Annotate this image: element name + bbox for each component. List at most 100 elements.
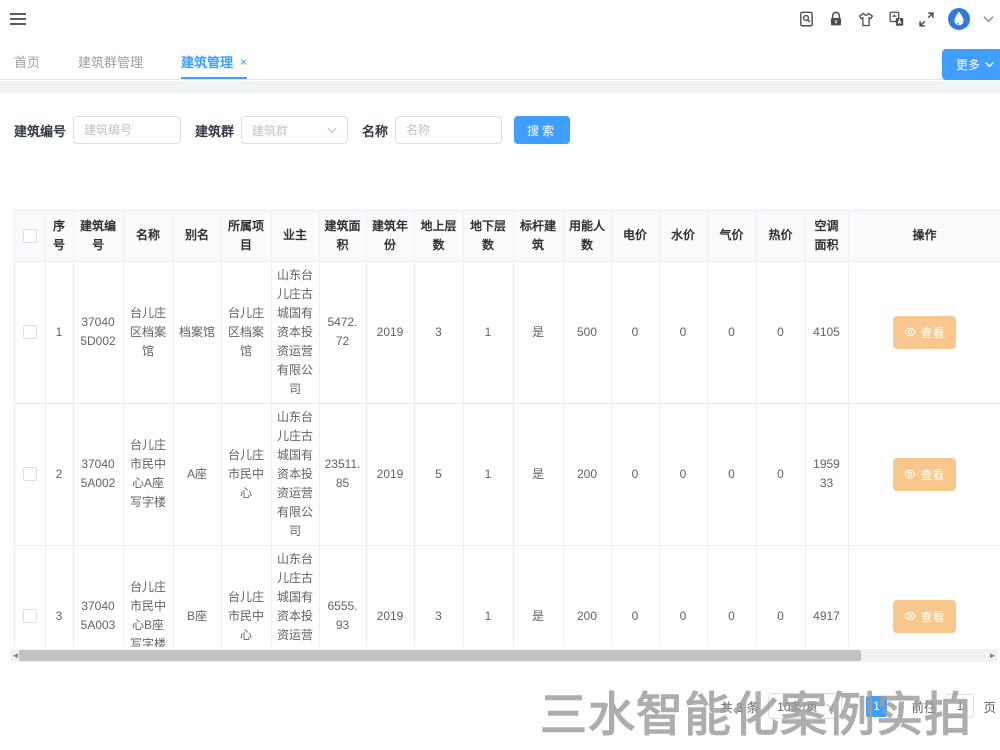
building-code-label: 建筑编号 [14,121,66,140]
select-all-header [15,211,45,261]
cell-name: 台儿庄区档案馆 [123,261,173,403]
cell-water_price: 0 [659,403,707,545]
building-group-select[interactable]: 建筑群 [241,116,348,144]
topbar-actions [798,8,994,30]
cell-code: 370405A002 [73,403,123,545]
language-icon[interactable] [888,10,905,28]
tab-bar: 首页 建筑群管理 建筑管理 × 更多 [0,46,1000,80]
cell-gas_price: 0 [707,403,756,545]
column-header-15: 气价 [707,211,756,261]
table-body: 1370405D002台儿庄区档案馆档案馆台儿庄区档案馆山东台儿庄古城国有资本投… [15,261,1000,647]
row-checkbox[interactable] [23,325,37,339]
file-search-icon[interactable] [798,10,815,28]
cell-alias: 档案馆 [173,261,221,403]
cell-project: 台儿庄市民中心 [221,545,271,647]
cell-elec_price: 0 [611,261,659,403]
view-button[interactable]: 查看 [893,600,955,633]
cell-users: 200 [563,403,611,545]
cell-ac_area: 195933 [805,403,848,545]
current-page-button[interactable]: 1 [866,696,887,717]
column-header-17: 空调面积 [805,211,848,261]
cell-floors_above: 3 [414,261,463,403]
page-suffix-label: 页 [983,697,996,716]
column-header-7: 建筑面积 [319,211,366,261]
total-count: 共 3 条 [720,697,759,716]
cell-year: 2019 [366,545,414,647]
hamburger-menu-icon[interactable] [8,8,28,30]
cell-benchmark: 是 [513,545,563,647]
cell-benchmark: 是 [513,403,563,545]
scroll-right-arrow-icon[interactable]: ► [987,649,998,662]
row-checkbox[interactable] [23,467,37,481]
cell-name: 台儿庄市民中心B座写字楼 [123,545,173,647]
column-header-9: 地上层数 [414,211,463,261]
row-checkbox[interactable] [23,609,37,623]
column-header-13: 电价 [611,211,659,261]
view-button[interactable]: 查看 [893,316,955,349]
more-button-label: 更多 [956,56,980,73]
cell-users: 500 [563,261,611,403]
column-header-11: 标杆建筑 [513,211,563,261]
column-header-5: 所属项目 [221,211,271,261]
theme-shirt-icon[interactable] [857,11,875,28]
cell-seq: 3 [45,545,73,647]
cell-action: 查看 [848,545,1000,647]
cell-alias: A座 [173,403,221,545]
cell-owner: 山东台儿庄古城国有资本投资运营有限公司 [271,403,319,545]
view-button[interactable]: 查看 [893,458,955,491]
view-button-label: 查看 [920,324,944,341]
cell-gas_price: 0 [707,261,756,403]
top-bar [0,0,1000,38]
search-form: 建筑编号 建筑群 建筑群 名称 搜索 [14,116,570,144]
prev-page-button[interactable]: ‹ [851,699,857,714]
goto-page-input[interactable] [945,694,974,718]
eye-icon [904,326,916,338]
column-header-10: 地下层数 [463,211,513,261]
fullscreen-icon[interactable] [918,11,935,28]
cell-users: 200 [563,545,611,647]
table-row: 3370405A003台儿庄市民中心B座写字楼B座台儿庄市民中心山东台儿庄古城国… [15,545,1000,647]
row-select-cell [15,403,45,545]
row-select-cell [15,545,45,647]
horizontal-scrollbar[interactable]: ◄ ► [10,649,998,662]
column-header-14: 水价 [659,211,707,261]
cell-code: 370405D002 [73,261,123,403]
table-row: 2370405A002台儿庄市民中心A座写字楼A座台儿庄市民中心山东台儿庄古城国… [15,403,1000,545]
tab-label: 建筑群管理 [78,52,143,71]
cell-benchmark: 是 [513,261,563,403]
cell-code: 370405A003 [73,545,123,647]
chevron-down-icon[interactable] [983,15,994,23]
cell-alias: B座 [173,545,221,647]
cell-elec_price: 0 [611,403,659,545]
lock-icon[interactable] [828,10,844,28]
tab-label: 建筑管理 [181,52,233,71]
cell-name: 台儿庄市民中心A座写字楼 [123,403,173,545]
page-size-select[interactable]: 10条/页 [768,693,842,719]
select-all-checkbox[interactable] [23,229,37,243]
chevron-down-icon [327,127,337,134]
row-select-cell [15,261,45,403]
column-header-16: 热价 [756,211,805,261]
tab-2[interactable]: 建筑群管理 [78,46,143,79]
page-size-value: 10条/页 [777,698,818,715]
cell-water_price: 0 [659,261,707,403]
tab-1[interactable]: 首页 [14,46,40,79]
table-header-row: 序号建筑编号名称别名所属项目业主建筑面积建筑年份地上层数地下层数标杆建筑用能人数… [15,211,1000,261]
cell-action: 查看 [848,261,1000,403]
scrollbar-thumb[interactable] [19,650,861,661]
tab-close-icon[interactable]: × [240,55,247,69]
cell-project: 台儿庄区档案馆 [221,261,271,403]
cell-owner: 山东台儿庄古城国有资本投资运营有限公司 [271,261,319,403]
building-code-input[interactable] [73,116,181,144]
more-button[interactable]: 更多 [942,49,1000,80]
name-input[interactable] [395,116,502,144]
next-page-button[interactable]: › [896,699,902,714]
user-avatar[interactable] [948,8,970,30]
building-group-label: 建筑群 [195,121,234,140]
cell-action: 查看 [848,403,1000,545]
search-button[interactable]: 搜索 [514,116,570,144]
cell-floors_above: 3 [414,545,463,647]
cell-heat_price: 0 [756,261,805,403]
tab-3[interactable]: 建筑管理 × [181,46,247,79]
eye-icon [904,610,916,622]
